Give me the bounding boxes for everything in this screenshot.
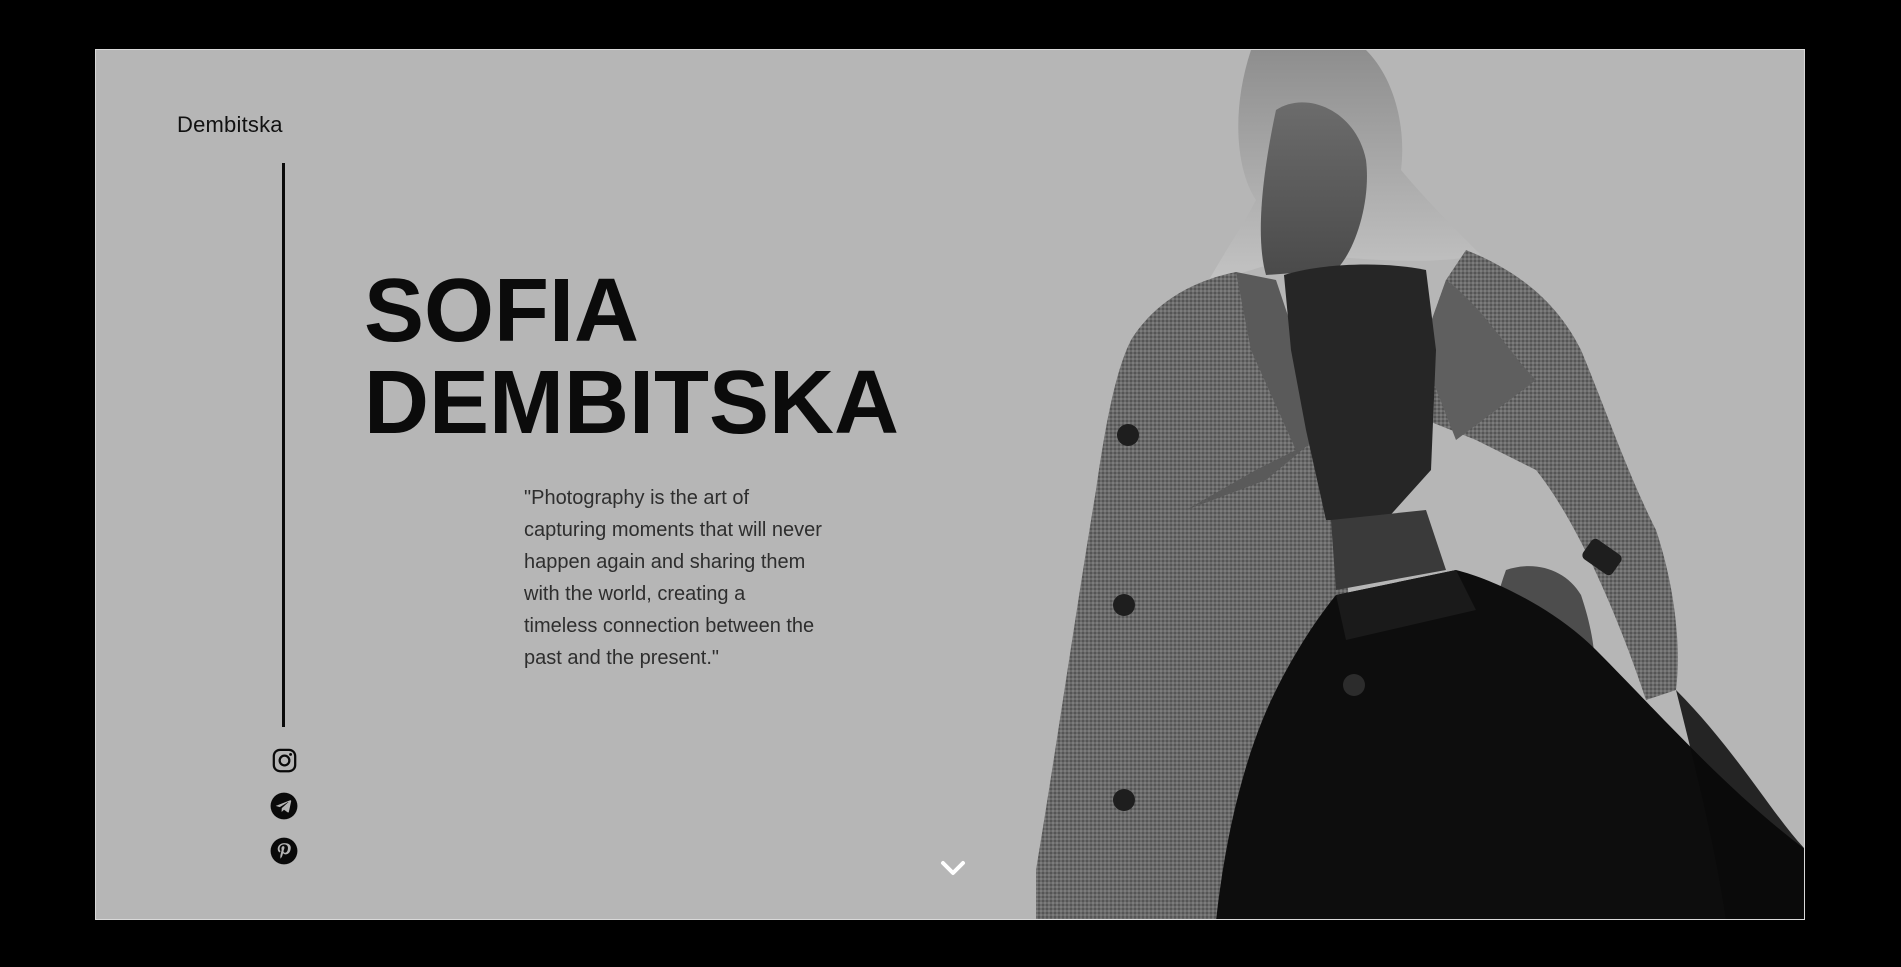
brand-logo-text[interactable]: Dembitska bbox=[177, 112, 283, 138]
chevron-down-icon bbox=[941, 861, 965, 875]
pinterest-icon bbox=[270, 837, 298, 865]
hero-last-name: DEMBITSKA bbox=[364, 353, 899, 453]
telegram-icon bbox=[270, 792, 298, 820]
pinterest-link[interactable] bbox=[269, 836, 299, 866]
hero-first-name: SOFIA bbox=[364, 261, 640, 361]
instagram-icon bbox=[272, 748, 296, 772]
instagram-link[interactable] bbox=[269, 745, 299, 775]
scroll-down-button[interactable] bbox=[936, 855, 970, 881]
hero-quote: "Photography is the art of capturing mom… bbox=[524, 487, 822, 669]
hero-title: SOFIA DEMBITSKA bbox=[364, 265, 899, 449]
vertical-divider bbox=[282, 163, 285, 727]
portrait-photo bbox=[1036, 50, 1804, 919]
telegram-link[interactable] bbox=[269, 791, 299, 821]
hero-frame: Dembitska SOFIA DEMBITSKA "Photography i… bbox=[95, 49, 1805, 920]
